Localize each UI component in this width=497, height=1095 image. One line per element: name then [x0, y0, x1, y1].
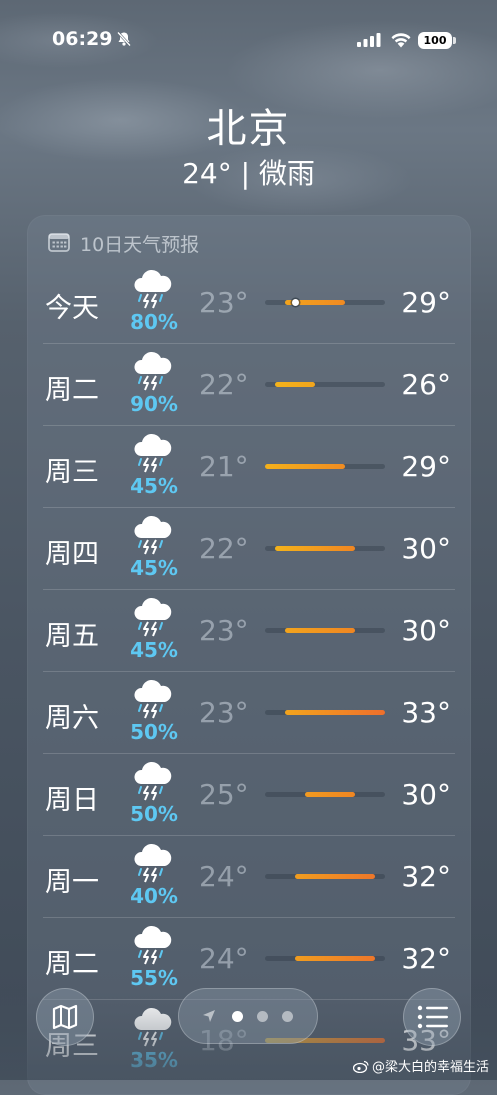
- forecast-row[interactable]: 周四 45% 22° 30°: [27, 508, 471, 590]
- low-temp: 23°: [199, 696, 249, 729]
- forecast-row[interactable]: 周一 40% 24° 32°: [27, 836, 471, 918]
- city-list-button[interactable]: [403, 988, 461, 1046]
- temp-range-bar: [265, 956, 385, 961]
- forecast-day: 今天: [45, 293, 99, 324]
- forecast-day: 周一: [45, 867, 99, 898]
- wifi-icon: [391, 33, 411, 48]
- temp-range-fill: [265, 464, 345, 469]
- forecast-row[interactable]: 周日 50% 25° 30°: [27, 754, 471, 836]
- high-temp: 32°: [401, 942, 451, 975]
- temp-range-bar: [265, 792, 385, 797]
- forecast-day: 周二: [45, 375, 99, 406]
- high-temp: 26°: [401, 368, 451, 401]
- list-icon: [417, 1005, 448, 1029]
- thunderstorm-rain-icon: [134, 269, 172, 309]
- thunderstorm-rain-icon: [134, 515, 172, 555]
- forecast-day: 周四: [45, 539, 99, 570]
- current-temp-marker: [291, 299, 299, 306]
- high-temp: 30°: [401, 532, 451, 565]
- forecast-row[interactable]: 今天 80% 23° 29°: [27, 262, 471, 344]
- thunderstorm-rain-icon: [134, 843, 172, 883]
- map-icon: [52, 1004, 78, 1030]
- temp-range-bar: [265, 628, 385, 633]
- precip-probability: 90%: [130, 392, 178, 416]
- map-button[interactable]: [36, 988, 94, 1046]
- thunderstorm-rain-icon: [134, 433, 172, 473]
- forecast-row[interactable]: 周二 90% 22° 26°: [27, 344, 471, 426]
- thunderstorm-rain-icon: [134, 925, 172, 965]
- high-temp: 30°: [401, 778, 451, 811]
- temp-range-bar: [265, 874, 385, 879]
- forecast-row[interactable]: 周六 50% 23° 33°: [27, 672, 471, 754]
- bell-slash-icon: [117, 31, 131, 47]
- calendar-icon: [48, 233, 70, 252]
- temp-range-fill: [285, 710, 385, 715]
- temp-range-fill: [305, 792, 355, 797]
- precip-probability: 50%: [130, 720, 178, 744]
- page-dot-active[interactable]: [232, 1011, 243, 1022]
- temp-range-bar: [265, 464, 385, 469]
- location-arrow-icon: [203, 1010, 215, 1022]
- high-temp: 29°: [401, 450, 451, 483]
- precip-probability: 80%: [130, 310, 178, 334]
- low-temp: 22°: [199, 532, 249, 565]
- battery-indicator: 100: [418, 32, 456, 49]
- watermark-text: @梁大白的幸福生活: [371, 1060, 489, 1075]
- low-temp: 24°: [199, 860, 249, 893]
- status-bar: 06:29 100: [0, 28, 497, 54]
- temp-range-bar: [265, 710, 385, 715]
- low-temp: 22°: [199, 368, 249, 401]
- temp-range-fill: [295, 956, 375, 961]
- page-dot[interactable]: [282, 1011, 293, 1022]
- city-name: 北京: [206, 106, 291, 152]
- low-temp: 25°: [199, 778, 249, 811]
- page-indicator[interactable]: [178, 988, 318, 1044]
- temp-range-fill: [275, 382, 315, 387]
- precip-probability: 45%: [130, 638, 178, 662]
- temp-range-fill: [295, 874, 375, 879]
- status-time: 06:29: [52, 28, 113, 50]
- forecast-day: 周三: [45, 457, 99, 488]
- forecast-title: 10日天气预报: [80, 234, 200, 256]
- low-temp: 21°: [199, 450, 249, 483]
- thunderstorm-rain-icon: [134, 597, 172, 637]
- precip-probability: 40%: [130, 884, 178, 908]
- watermark: @梁大白的幸福生活: [352, 1056, 489, 1075]
- thunderstorm-rain-icon: [134, 761, 172, 801]
- forecast-day: 周六: [45, 703, 99, 734]
- cellular-signal-icon: [357, 33, 381, 47]
- low-temp: 24°: [199, 942, 249, 975]
- forecast-row[interactable]: 周五 45% 23° 30°: [27, 590, 471, 672]
- precip-probability: 45%: [130, 556, 178, 580]
- precip-probability: 55%: [130, 966, 178, 990]
- current-temp-condition: 24° | 微雨: [182, 157, 315, 190]
- page-dot[interactable]: [257, 1011, 268, 1022]
- high-temp: 33°: [401, 696, 451, 729]
- high-temp: 32°: [401, 860, 451, 893]
- weibo-icon: [352, 1060, 369, 1073]
- forecast-day: 周二: [45, 949, 99, 980]
- temp-range-fill: [285, 628, 355, 633]
- thunderstorm-rain-icon: [134, 679, 172, 719]
- high-temp: 29°: [401, 286, 451, 319]
- precip-probability: 45%: [130, 474, 178, 498]
- temp-range-bar: [265, 382, 385, 387]
- low-temp: 23°: [199, 286, 249, 319]
- thunderstorm-rain-icon: [134, 351, 172, 391]
- temp-range-fill: [275, 546, 355, 551]
- low-temp: 23°: [199, 614, 249, 647]
- forecast-day: 周日: [45, 785, 99, 816]
- forecast-day: 周五: [45, 621, 99, 652]
- precip-probability: 50%: [130, 802, 178, 826]
- temp-range-bar: [265, 546, 385, 551]
- forecast-row[interactable]: 周三 45% 21° 29°: [27, 426, 471, 508]
- temp-range-bar: [265, 299, 385, 306]
- high-temp: 30°: [401, 614, 451, 647]
